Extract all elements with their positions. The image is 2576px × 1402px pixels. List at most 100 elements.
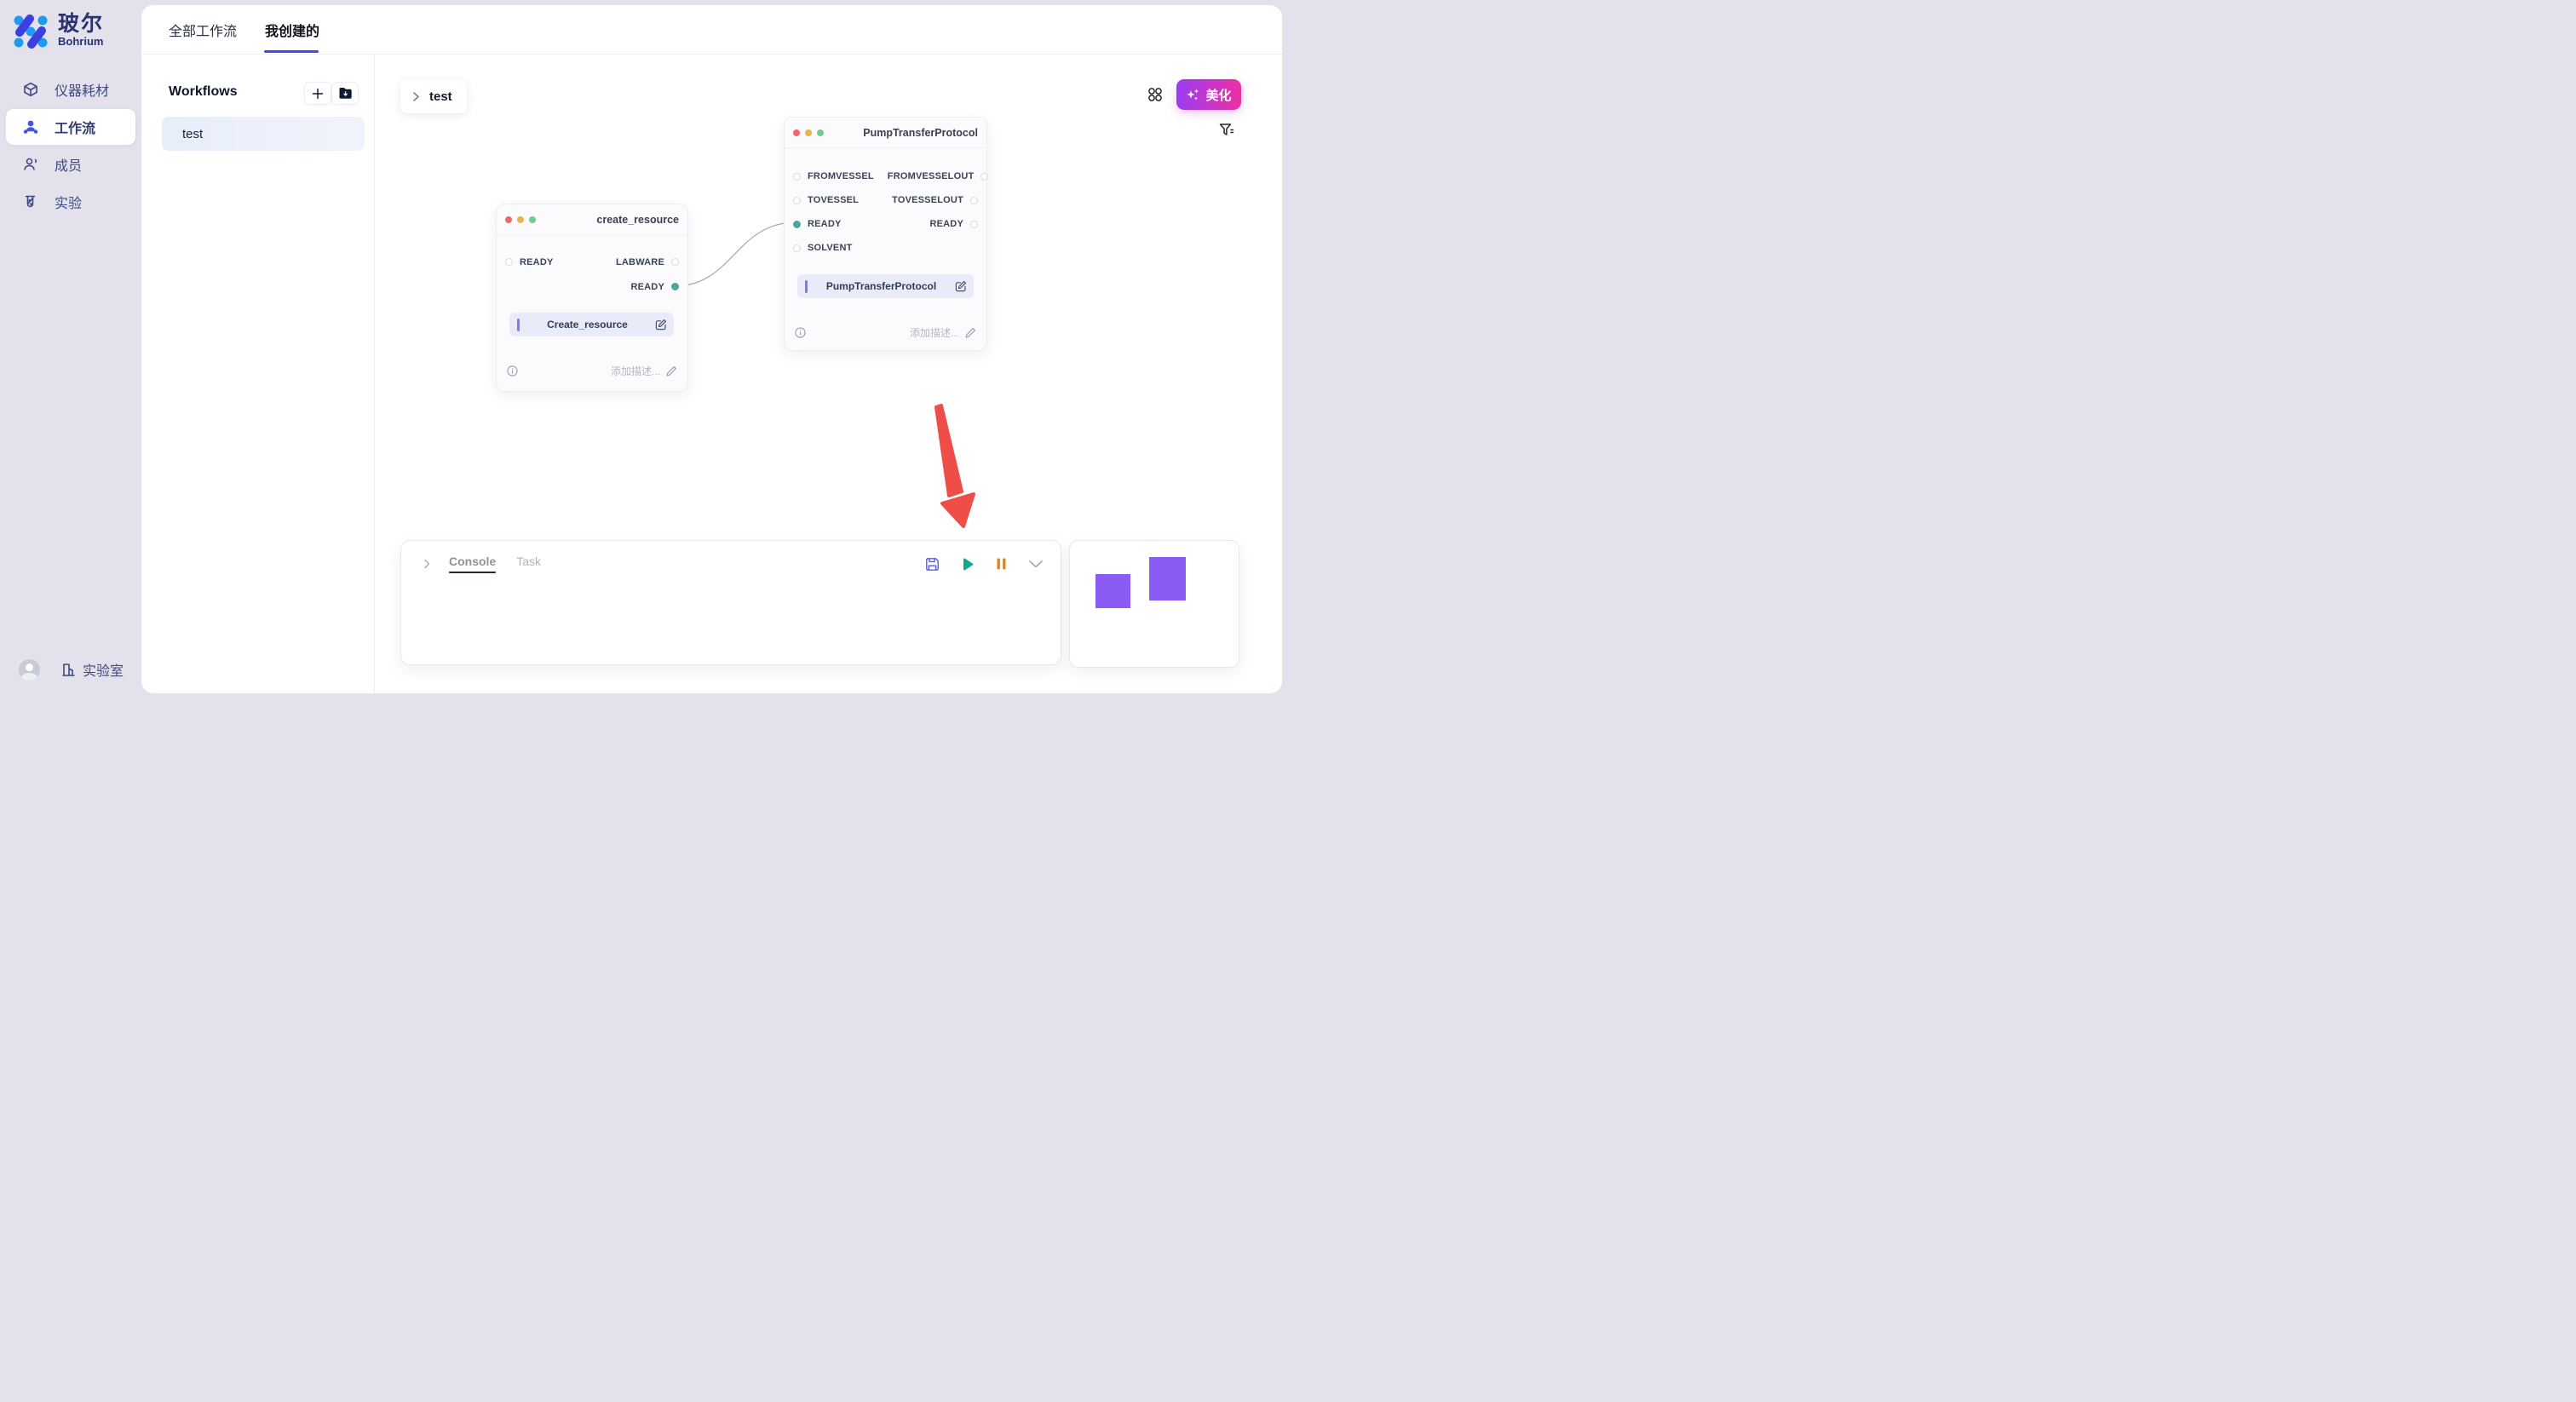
run-icon[interactable]	[960, 557, 975, 572]
port-row: READY READY	[785, 212, 986, 236]
sidebar-footer: 实验室	[0, 653, 141, 686]
output-port-ready-connected[interactable]	[671, 283, 679, 290]
port-label: FROMVESSELOUT	[888, 171, 975, 181]
package-icon	[22, 81, 39, 98]
dot-yellow	[805, 129, 812, 136]
description-placeholder[interactable]: 添加描述...	[611, 364, 660, 378]
minimap[interactable]	[1069, 540, 1239, 668]
input-port-ready[interactable]	[505, 258, 513, 266]
input-port-solvent[interactable]	[793, 244, 801, 252]
chevron-right-icon	[411, 91, 422, 102]
pause-icon[interactable]	[995, 557, 1008, 571]
filter-icon	[1218, 122, 1235, 139]
node-create-resource[interactable]: create_resource READY LABWARE READY	[496, 204, 688, 392]
port-label: SOLVENT	[808, 243, 853, 253]
node-footer: 添加描述...	[795, 325, 976, 340]
edit-description-icon[interactable]	[666, 365, 677, 376]
workflow-list-panel: Workflows test	[141, 54, 375, 693]
traffic-light-dots	[505, 216, 536, 223]
port-label: LABWARE	[616, 257, 664, 267]
sidebar-item-workflow[interactable]: 工作流	[6, 109, 135, 145]
dot-green	[817, 129, 824, 136]
node-label-bar[interactable]: Create_resource	[509, 313, 674, 336]
workflow-canvas[interactable]: test 美化	[374, 54, 1282, 693]
active-tab-underline	[264, 50, 319, 53]
sidebar-item-label: 实验	[55, 192, 82, 212]
node-ports: READY LABWARE READY	[497, 235, 687, 299]
dot-yellow	[517, 216, 524, 223]
node-title: PumpTransferProtocol	[863, 127, 978, 139]
experiment-icon	[22, 193, 39, 210]
edit-label-icon[interactable]	[655, 319, 667, 330]
workflow-tabs-bar: 全部工作流 我创建的	[141, 5, 1282, 55]
port-row: READY LABWARE	[497, 250, 687, 274]
save-icon[interactable]	[925, 557, 940, 572]
info-icon[interactable]	[507, 365, 518, 376]
workflow-list-item-test[interactable]: test	[162, 117, 365, 151]
port-label: READY	[630, 282, 664, 292]
tab-created-by-me[interactable]: 我创建的	[265, 5, 319, 54]
add-workflow-button[interactable]	[304, 82, 331, 105]
building-icon	[60, 662, 77, 678]
breadcrumb[interactable]: test	[400, 80, 467, 113]
output-port-labware[interactable]	[671, 258, 679, 266]
dot-green	[529, 216, 536, 223]
sparkles-icon	[1186, 88, 1200, 102]
node-footer: 添加描述...	[507, 364, 677, 378]
port-label: READY	[520, 257, 554, 267]
tab-task[interactable]: Task	[516, 554, 541, 573]
output-port-fromvesselout[interactable]	[980, 173, 988, 181]
beautify-button[interactable]: 美化	[1176, 79, 1241, 110]
brand-logo[interactable]: 玻尔 Bohrium	[12, 13, 104, 50]
edit-description-icon[interactable]	[965, 327, 976, 338]
node-ports: FROMVESSEL FROMVESSELOUT TOVESSEL TOVESS…	[785, 148, 986, 260]
sidebar-item-experiments[interactable]: 实验	[6, 184, 135, 220]
input-port-tovessel[interactable]	[793, 197, 801, 204]
bohrium-logo-icon	[12, 13, 49, 50]
node-label: PumpTransferProtocol	[808, 280, 955, 292]
breadcrumb-label: test	[429, 89, 452, 104]
description-placeholder[interactable]: 添加描述...	[910, 325, 959, 340]
workflow-icon	[22, 118, 39, 135]
sidebar-item-members[interactable]: 成员	[6, 147, 135, 182]
input-port-fromvessel[interactable]	[793, 173, 801, 181]
dot-red	[793, 129, 800, 136]
port-row: READY	[497, 274, 687, 299]
input-port-ready-connected[interactable]	[793, 221, 801, 228]
node-label-bar[interactable]: PumpTransferProtocol	[797, 274, 974, 298]
workspace-switcher[interactable]: 实验室	[60, 659, 124, 680]
tab-all-workflows[interactable]: 全部工作流	[169, 5, 237, 54]
console-panel: Console Task	[400, 540, 1061, 665]
output-port-ready[interactable]	[970, 221, 978, 228]
import-workflow-button[interactable]	[331, 82, 359, 105]
port-label: TOVESSEL	[808, 195, 859, 205]
tab-console[interactable]: Console	[449, 554, 496, 573]
command-icon	[1147, 86, 1164, 103]
collapse-console-icon[interactable]	[422, 559, 432, 569]
collapse-icon[interactable]	[1028, 559, 1044, 569]
traffic-light-dots	[793, 129, 824, 136]
main-content: 全部工作流 我创建的 Workflows test	[141, 5, 1282, 693]
port-label: TOVESSELOUT	[892, 195, 963, 205]
info-icon[interactable]	[795, 327, 806, 338]
user-avatar[interactable]	[19, 659, 40, 681]
filter-button[interactable]	[1218, 122, 1235, 139]
node-title: create_resource	[596, 214, 679, 226]
plus-icon	[312, 88, 324, 100]
sidebar-item-instruments[interactable]: 仪器耗材	[6, 72, 135, 107]
layout-button[interactable]	[1145, 84, 1165, 105]
port-label: READY	[808, 219, 842, 229]
node-header: PumpTransferProtocol	[785, 118, 986, 148]
node-header: create_resource	[497, 204, 687, 235]
port-row: SOLVENT	[785, 236, 986, 260]
output-port-tovesselout[interactable]	[970, 197, 978, 204]
console-header: Console Task	[401, 541, 1061, 577]
sidebar: 玻尔 Bohrium 仪器耗材 工作流	[0, 0, 141, 701]
node-pump-transfer-protocol[interactable]: PumpTransferProtocol FROMVESSEL FROMVESS…	[784, 117, 987, 351]
brand-name-zh: 玻尔	[58, 13, 104, 35]
sidebar-item-label: 工作流	[55, 117, 95, 137]
port-label: READY	[929, 219, 963, 229]
edit-label-icon[interactable]	[955, 280, 967, 292]
brand-name-en: Bohrium	[58, 35, 104, 48]
node-label: Create_resource	[520, 319, 655, 330]
